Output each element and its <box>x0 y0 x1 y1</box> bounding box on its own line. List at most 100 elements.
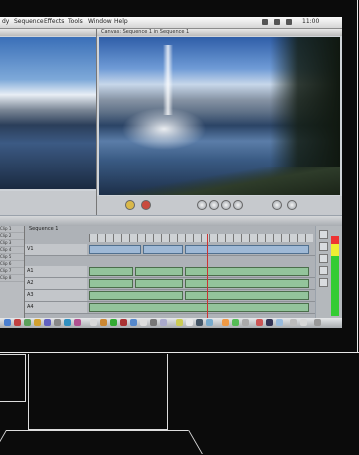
app-icon[interactable] <box>232 319 239 326</box>
audio-clip[interactable] <box>89 291 183 300</box>
timeline-ruler[interactable] <box>89 234 313 242</box>
mark-in-icon[interactable] <box>125 200 135 210</box>
play-icon[interactable] <box>209 200 219 210</box>
menu-item-help[interactable]: Help <box>114 18 128 25</box>
monitor-frame-right <box>357 0 358 352</box>
track-a2[interactable]: A2 <box>25 278 315 290</box>
app-icon[interactable] <box>242 319 249 326</box>
record-icon[interactable] <box>141 200 151 210</box>
canvas-title: Canvas: Sequence 1 in Sequence 1 <box>101 29 190 35</box>
app-icon[interactable] <box>160 319 167 326</box>
overwrite-icon[interactable] <box>272 200 282 210</box>
audio-clip[interactable] <box>185 267 309 276</box>
list-item[interactable]: Clip 6 <box>0 261 24 268</box>
app-icon[interactable] <box>300 319 307 326</box>
app-icon[interactable] <box>176 319 183 326</box>
menu-item-sequence[interactable]: Sequence <box>14 18 44 25</box>
sun-beam <box>163 45 173 115</box>
list-item[interactable]: Clip 8 <box>0 275 24 282</box>
track-label: A1 <box>27 268 34 274</box>
timeline-tab[interactable]: Sequence 1 <box>29 226 58 232</box>
timeline-panel[interactable]: Sequence 1 V1 A1 A2 A3 A4 <box>25 226 315 318</box>
app-icon[interactable] <box>14 319 21 326</box>
monitor-stand <box>28 354 168 430</box>
battery-icon[interactable] <box>286 19 292 25</box>
pen-icon[interactable] <box>319 278 328 287</box>
canvas-frame-image <box>99 37 340 195</box>
menu-item-edit[interactable]: dy <box>2 18 9 25</box>
app-icon[interactable] <box>100 319 107 326</box>
audio-clip[interactable] <box>89 279 133 288</box>
zoom-icon[interactable] <box>319 254 328 263</box>
app-icon[interactable] <box>206 319 213 326</box>
browser-panel[interactable]: Clip 1 Clip 2 Clip 3 Clip 4 Clip 5 Clip … <box>0 226 25 318</box>
forward-icon[interactable] <box>233 200 243 210</box>
app-icon[interactable] <box>74 319 81 326</box>
track-v1[interactable]: V1 <box>25 244 315 256</box>
app-icon[interactable] <box>120 319 127 326</box>
trash-icon[interactable] <box>314 319 321 326</box>
list-item[interactable]: Clip 2 <box>0 233 24 240</box>
playhead[interactable] <box>207 234 208 318</box>
track-a3[interactable]: A3 <box>25 290 315 302</box>
track-header[interactable]: A4 <box>25 302 87 313</box>
app-icon[interactable] <box>196 319 203 326</box>
razor-icon[interactable] <box>319 242 328 251</box>
audio-clip[interactable] <box>135 279 183 288</box>
app-icon[interactable] <box>186 319 193 326</box>
app-icon[interactable] <box>44 319 51 326</box>
app-icon[interactable] <box>110 319 117 326</box>
app-icon[interactable] <box>266 319 273 326</box>
app-icon[interactable] <box>90 319 97 326</box>
track-a4[interactable]: A4 <box>25 302 315 314</box>
viewer-titlebar[interactable] <box>0 29 96 36</box>
audio-clip[interactable] <box>185 291 309 300</box>
app-icon[interactable] <box>222 319 229 326</box>
menu-item-tools[interactable]: Tools <box>68 18 83 25</box>
track-header[interactable]: V1 <box>25 244 87 255</box>
volume-icon[interactable] <box>274 19 280 25</box>
video-clip[interactable] <box>143 245 183 254</box>
canvas-window[interactable]: Canvas: Sequence 1 in Sequence 1 <box>97 29 342 215</box>
track-header[interactable]: A3 <box>25 290 87 301</box>
audio-clip[interactable] <box>89 303 309 312</box>
app-icon[interactable] <box>140 319 147 326</box>
selection-icon[interactable] <box>319 230 328 239</box>
list-item[interactable]: Clip 5 <box>0 254 24 261</box>
audio-clip[interactable] <box>135 267 183 276</box>
list-item[interactable]: Clip 3 <box>0 240 24 247</box>
app-icon[interactable] <box>256 319 263 326</box>
track-a1[interactable]: A1 <box>25 266 315 278</box>
wifi-icon[interactable] <box>262 19 268 25</box>
app-icon[interactable] <box>24 319 31 326</box>
stop-icon[interactable] <box>221 200 231 210</box>
list-item[interactable]: Clip 4 <box>0 247 24 254</box>
list-item[interactable]: Clip 1 <box>0 226 24 233</box>
track-header[interactable]: A1 <box>25 266 87 277</box>
video-clip[interactable] <box>89 245 141 254</box>
app-icon[interactable] <box>290 319 297 326</box>
app-icon[interactable] <box>276 319 283 326</box>
viewer-window[interactable] <box>0 29 97 215</box>
track-header[interactable]: A2 <box>25 278 87 289</box>
hand-icon[interactable] <box>319 266 328 275</box>
audio-clip[interactable] <box>89 267 133 276</box>
monitor-frame-bottom <box>0 352 359 353</box>
list-item[interactable]: Clip 7 <box>0 268 24 275</box>
menu-item-window[interactable]: Window <box>88 18 112 25</box>
panel-divider[interactable] <box>0 216 342 226</box>
back-icon[interactable] <box>197 200 207 210</box>
app-icon[interactable] <box>64 319 71 326</box>
app-icon[interactable] <box>130 319 137 326</box>
canvas-titlebar[interactable]: Canvas: Sequence 1 in Sequence 1 <box>97 29 342 36</box>
monitor-base <box>6 430 188 455</box>
insert-icon[interactable] <box>287 200 297 210</box>
track-label: A4 <box>27 304 34 310</box>
app-icon[interactable] <box>34 319 41 326</box>
audio-clip[interactable] <box>185 279 309 288</box>
finder-icon[interactable] <box>4 319 11 326</box>
video-clip[interactable] <box>185 245 309 254</box>
app-icon[interactable] <box>150 319 157 326</box>
menu-item-effects[interactable]: Effects <box>44 18 64 25</box>
app-icon[interactable] <box>54 319 61 326</box>
